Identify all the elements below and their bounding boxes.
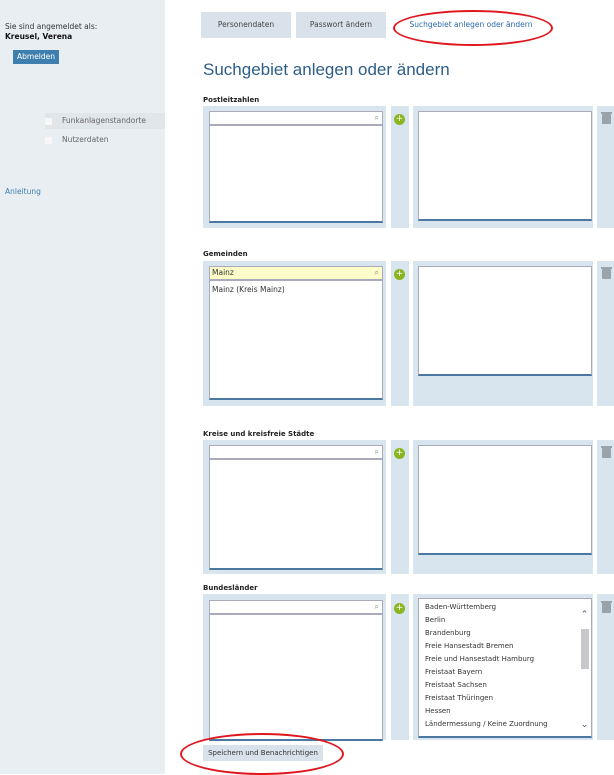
search-icon: ⌕ (374, 113, 379, 122)
kreise-search-input[interactable]: ⌕ (209, 445, 383, 459)
highlight-circle-save (180, 733, 344, 775)
list-item[interactable]: Freie und Hansestadt Hamburg (425, 655, 534, 663)
trash-icon[interactable] (601, 601, 612, 613)
user-name: Kreusel, Verena (5, 32, 73, 41)
postleitzahlen-result-list[interactable] (209, 125, 383, 223)
scrollbar-thumb[interactable] (581, 629, 589, 669)
add-column (391, 594, 409, 740)
search-value: Mainz (212, 268, 234, 277)
sidebar: Sie sind angemeldet als: Kreusel, Verena… (0, 0, 165, 774)
list-item[interactable]: Ländermessung / Keine Zuordnung (425, 720, 548, 728)
kreise-result-list[interactable] (209, 459, 383, 570)
trash-icon[interactable] (601, 446, 612, 458)
list-item[interactable]: Baden-Württemberg (425, 603, 496, 611)
trash-column (597, 106, 614, 228)
list-item[interactable]: Freie Hansestadt Bremen (425, 642, 513, 650)
kreise-selected-list[interactable] (418, 445, 592, 555)
help-link[interactable]: Anleitung (5, 187, 41, 196)
sidebar-item-funkanlagenstandorte[interactable]: Funkanlagenstandorte (45, 113, 165, 129)
add-icon[interactable]: + (394, 603, 405, 614)
gemeinden-search-input[interactable]: Mainz ⌕ (209, 266, 383, 280)
result-item[interactable]: Mainz (Kreis Mainz) (212, 285, 285, 294)
add-column (391, 261, 409, 406)
bullet-icon (45, 136, 52, 144)
highlight-circle-tab (393, 10, 553, 46)
search-icon: ⌕ (374, 447, 379, 456)
list-item[interactable]: Hessen (425, 707, 451, 715)
postleitzahlen-search-input[interactable]: ⌕ (209, 111, 383, 125)
section-label-kreise: Kreise und kreisfreie Städte (203, 430, 315, 438)
trash-column (597, 594, 614, 740)
add-icon[interactable]: + (394, 114, 405, 125)
list-item[interactable]: Berlin (425, 616, 445, 624)
search-icon: ⌕ (374, 268, 379, 277)
search-icon: ⌕ (374, 602, 379, 611)
bullet-icon (45, 117, 52, 125)
bundeslaender-search-input[interactable]: ⌕ (209, 600, 383, 614)
list-item[interactable]: Freistaat Bayern (425, 668, 482, 676)
scrollbar[interactable]: ⌃ ⌄ (580, 601, 589, 733)
logout-button[interactable]: Abmelden (13, 50, 60, 64)
trash-column (597, 261, 614, 406)
gemeinden-selected-list[interactable] (418, 266, 592, 376)
add-icon[interactable]: + (394, 448, 405, 459)
trash-icon[interactable] (601, 112, 612, 124)
trash-column (597, 440, 614, 574)
sidebar-item-label: Funkanlagenstandorte (62, 116, 146, 125)
page-title: Suchgebiet anlegen oder ändern (203, 60, 450, 79)
bundeslaender-available-list[interactable]: Baden-Württemberg Berlin Brandenburg Fre… (418, 598, 592, 738)
tab-passwort-aendern[interactable]: Passwort ändern (296, 12, 386, 38)
tab-personendaten[interactable]: Personendaten (201, 12, 291, 38)
logged-in-label: Sie sind angemeldet als: (5, 22, 98, 31)
section-label-bundeslaender: Bundesländer (203, 584, 258, 592)
add-column (391, 440, 409, 574)
sidebar-item-label: Nutzerdaten (62, 135, 109, 144)
gemeinden-result-list[interactable] (209, 280, 383, 400)
bundeslaender-result-list[interactable] (209, 614, 383, 741)
list-item[interactable]: Brandenburg (425, 629, 471, 637)
section-label-postleitzahlen: Postleitzahlen (203, 96, 260, 104)
sidebar-item-nutzerdaten[interactable]: Nutzerdaten (45, 132, 165, 148)
chevron-up-icon[interactable]: ⌃ (580, 611, 589, 620)
postleitzahlen-selected-list[interactable] (418, 111, 592, 221)
trash-icon[interactable] (601, 267, 612, 279)
section-label-gemeinden: Gemeinden (203, 250, 248, 258)
add-icon[interactable]: + (394, 269, 405, 280)
list-item[interactable]: Freistaat Sachsen (425, 681, 487, 689)
list-item[interactable]: Freistaat Thüringen (425, 694, 493, 702)
chevron-down-icon[interactable]: ⌄ (580, 721, 589, 730)
